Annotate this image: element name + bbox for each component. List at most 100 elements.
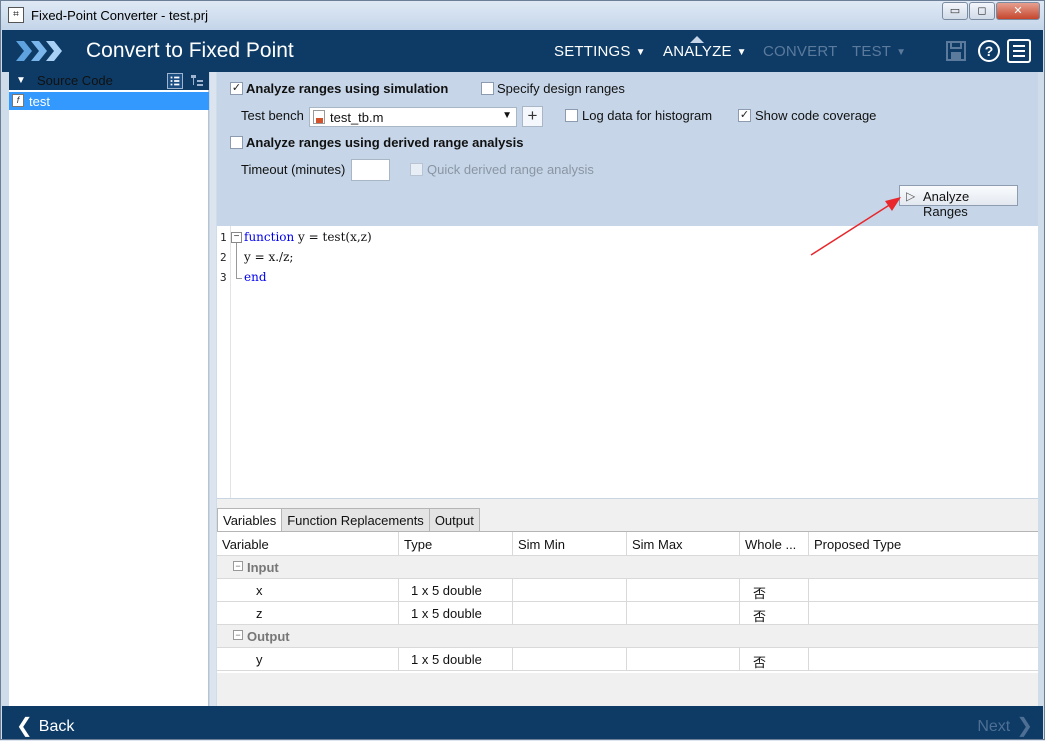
variables-table: Variable Type Sim Min Sim Max Whole ... … bbox=[217, 531, 1038, 673]
cell-proposed-type[interactable] bbox=[809, 602, 1038, 625]
cell-type: 1 x 5 double bbox=[399, 579, 513, 602]
cell-sim-min bbox=[513, 579, 627, 602]
gutter-separator bbox=[230, 226, 231, 498]
title-bar: ⌗ Fixed-Point Converter - test.prj ▭ ◻ ✕ bbox=[1, 1, 1044, 30]
analyze-settings-panel: ✓ Analyze ranges using simulation Specif… bbox=[217, 72, 1038, 226]
source-code-header[interactable]: ▼ Source Code bbox=[9, 72, 209, 90]
list-view-icon[interactable] bbox=[167, 73, 183, 89]
collapse-icon[interactable]: − bbox=[233, 630, 243, 640]
cell-whole: 否 bbox=[740, 648, 809, 671]
tab-function-replacements[interactable]: Function Replacements bbox=[281, 508, 430, 531]
line-number: 2 bbox=[220, 251, 227, 264]
active-tab-pointer bbox=[690, 36, 704, 43]
group-row-output[interactable]: − Output bbox=[217, 625, 1038, 648]
analyze-ranges-button[interactable]: ▷ Analyze Ranges bbox=[899, 185, 1018, 219]
test-bench-label: Test bench bbox=[241, 108, 304, 123]
group-label: Output bbox=[247, 629, 290, 644]
menu-icon[interactable] bbox=[1007, 39, 1031, 63]
simulation-label: Analyze ranges using simulation bbox=[246, 81, 449, 96]
histogram-checkbox[interactable] bbox=[565, 109, 578, 122]
add-test-bench-button[interactable]: + bbox=[522, 106, 543, 127]
simulation-checkbox[interactable]: ✓ bbox=[230, 82, 243, 95]
timeout-input[interactable] bbox=[351, 159, 390, 181]
tab-variables[interactable]: Variables bbox=[217, 508, 283, 531]
histogram-label: Log data for histogram bbox=[582, 108, 713, 123]
sidebar-item-test[interactable]: f test bbox=[9, 92, 209, 110]
cell-sim-max bbox=[627, 579, 740, 602]
collapse-icon[interactable]: − bbox=[233, 561, 243, 571]
fold-guide-end bbox=[236, 278, 242, 279]
play-icon: ▷ bbox=[906, 189, 916, 203]
test-bench-value: test_tb.m bbox=[330, 110, 384, 125]
column-header-variable[interactable]: Variable bbox=[217, 532, 399, 556]
sidebar-item-label: test bbox=[29, 94, 50, 109]
column-header-type[interactable]: Type bbox=[399, 532, 513, 556]
nav-convert: CONVERT bbox=[763, 43, 838, 60]
fixed-point-logo-icon bbox=[16, 41, 62, 61]
analyze-ranges-label: Analyze Ranges bbox=[923, 189, 970, 219]
line-number: 1 bbox=[220, 231, 227, 244]
back-button[interactable]: ❮ Back bbox=[16, 712, 74, 737]
quick-derived-label: Quick derived range analysis bbox=[427, 162, 594, 177]
help-icon[interactable]: ? bbox=[977, 39, 1001, 63]
results-panel: Variables Function Replacements Output V… bbox=[217, 498, 1038, 706]
cell-proposed-type[interactable] bbox=[809, 648, 1038, 671]
code-coverage-label: Show code coverage bbox=[755, 108, 877, 123]
chevron-down-icon: ▼ bbox=[896, 47, 907, 58]
maximize-button[interactable]: ◻ bbox=[969, 2, 995, 20]
cell-variable: y bbox=[217, 648, 399, 671]
group-label: Input bbox=[247, 560, 279, 575]
fold-toggle-icon[interactable]: − bbox=[231, 232, 242, 243]
table-row[interactable]: z 1 x 5 double 否 bbox=[217, 602, 1038, 625]
column-header-sim-min[interactable]: Sim Min bbox=[513, 532, 627, 556]
column-header-proposed-type[interactable]: Proposed Type bbox=[809, 532, 1038, 556]
chevron-down-icon: ▼ bbox=[635, 47, 646, 58]
cell-type: 1 x 5 double bbox=[399, 602, 513, 625]
tab-output[interactable]: Output bbox=[428, 508, 480, 531]
derived-range-checkbox[interactable] bbox=[230, 136, 243, 149]
nav-settings[interactable]: SETTINGS ▼ bbox=[554, 43, 646, 60]
app-window: ⌗ Fixed-Point Converter - test.prj ▭ ◻ ✕… bbox=[0, 0, 1045, 740]
cell-sim-min bbox=[513, 648, 627, 671]
app-title: Convert to Fixed Point bbox=[86, 39, 294, 62]
next-button: Next ❯ bbox=[977, 715, 1033, 737]
close-button[interactable]: ✕ bbox=[996, 2, 1040, 20]
column-header-whole[interactable]: Whole ... bbox=[740, 532, 809, 556]
design-ranges-label: Specify design ranges bbox=[497, 81, 625, 96]
cell-variable: x bbox=[217, 579, 399, 602]
code-coverage-checkbox[interactable]: ✓ bbox=[738, 109, 751, 122]
cell-type: 1 x 5 double bbox=[399, 648, 513, 671]
timeout-label: Timeout (minutes) bbox=[241, 162, 346, 177]
source-code-title: Source Code bbox=[37, 73, 113, 88]
chevron-down-icon: ▼ bbox=[502, 110, 512, 121]
cell-sim-max bbox=[627, 648, 740, 671]
function-file-icon: f bbox=[12, 94, 24, 107]
svg-text:?: ? bbox=[985, 43, 994, 59]
collapse-triangle-icon[interactable]: ▼ bbox=[16, 75, 26, 86]
code-editor[interactable]: 1 2 3 − function y = test(x,z) y = x./z;… bbox=[217, 226, 1038, 498]
chevron-right-icon: ❯ bbox=[1016, 715, 1033, 737]
panel-splitter[interactable] bbox=[209, 72, 216, 706]
code-line-2: y = x./z; bbox=[244, 250, 294, 264]
cell-whole: 否 bbox=[740, 602, 809, 625]
table-row[interactable]: x 1 x 5 double 否 bbox=[217, 579, 1038, 602]
tree-view-icon[interactable] bbox=[189, 73, 205, 89]
minimize-button[interactable]: ▭ bbox=[942, 2, 968, 20]
matlab-project-icon: ⌗ bbox=[8, 7, 24, 23]
cell-proposed-type[interactable] bbox=[809, 579, 1038, 602]
design-ranges-checkbox[interactable] bbox=[481, 82, 494, 95]
matlab-file-icon bbox=[313, 110, 325, 124]
line-number: 3 bbox=[220, 271, 227, 284]
fold-guide bbox=[236, 243, 237, 279]
table-row[interactable]: y 1 x 5 double 否 bbox=[217, 648, 1038, 671]
derived-range-label: Analyze ranges using derived range analy… bbox=[246, 135, 524, 150]
cell-sim-max bbox=[627, 602, 740, 625]
nav-analyze[interactable]: ANALYZE ▼ bbox=[663, 43, 747, 60]
cell-sim-min bbox=[513, 602, 627, 625]
code-line-3: end bbox=[244, 270, 267, 284]
group-row-input[interactable]: − Input bbox=[217, 556, 1038, 579]
save-icon[interactable] bbox=[944, 39, 968, 63]
test-bench-dropdown[interactable]: test_tb.m ▼ bbox=[309, 107, 517, 127]
column-header-sim-max[interactable]: Sim Max bbox=[627, 532, 740, 556]
right-border bbox=[1038, 72, 1043, 706]
